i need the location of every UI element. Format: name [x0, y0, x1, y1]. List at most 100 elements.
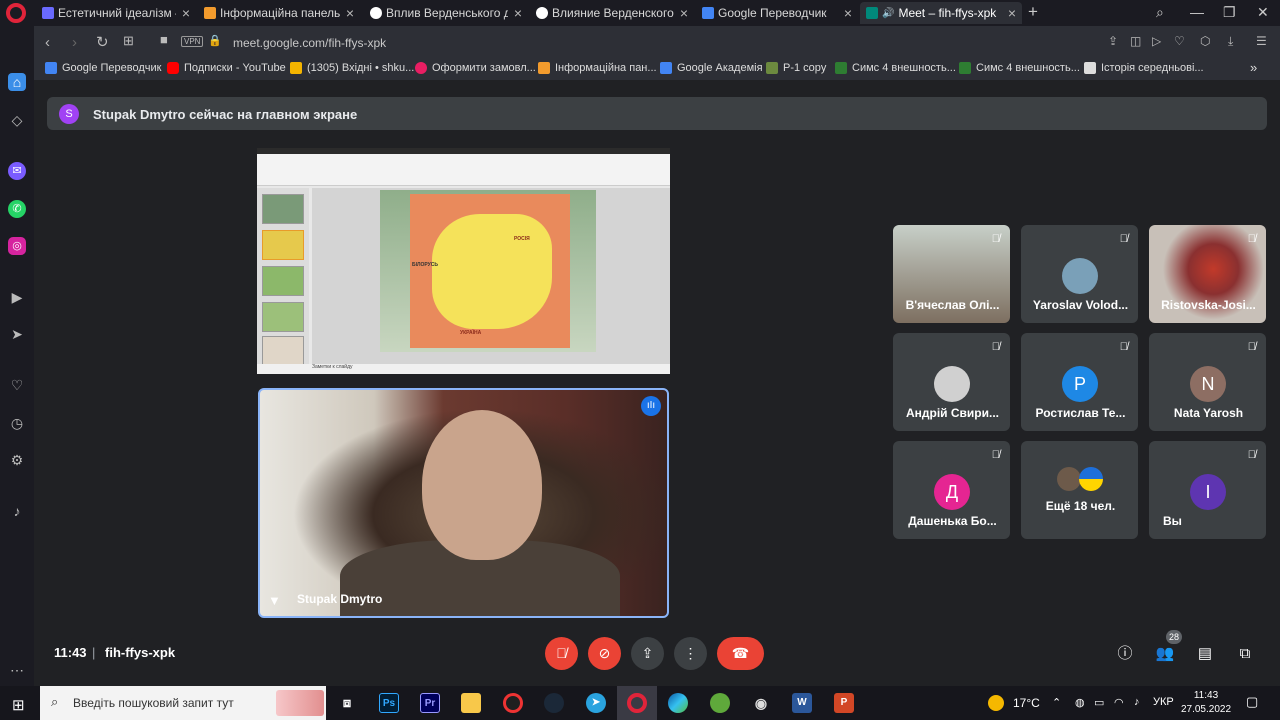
bookmark-item[interactable]: Google Академія [660, 62, 763, 74]
file-explorer-icon[interactable] [461, 693, 481, 713]
task-view-icon[interactable]: ⧈ [337, 693, 357, 713]
bookmarks-overflow-icon[interactable]: » [1250, 60, 1257, 75]
more-sidebar-icon[interactable]: ⋯ [8, 661, 26, 679]
tab-meet-active[interactable]: 🔊 Meet – fih-ffys-xpk × [860, 2, 1022, 24]
tab-5[interactable]: Google Переводчик × [696, 2, 858, 24]
camera-toggle-button[interactable]: ⊘ [588, 637, 621, 670]
vpn-badge[interactable]: VPN [181, 36, 204, 47]
forward-icon[interactable]: › [72, 34, 77, 51]
participant-tile[interactable]: 🎙̸ Д Дашенька Бо... [893, 441, 1010, 539]
bookmarks-heart-icon[interactable]: ♡ [8, 376, 26, 394]
bookmark-item[interactable]: Інформаційна пан... [538, 62, 657, 74]
back-icon[interactable]: ‹ [45, 34, 50, 51]
instagram-icon[interactable]: ◎ [8, 237, 26, 255]
home-icon[interactable]: ⌂ [8, 73, 26, 91]
close-window-icon[interactable]: ✕ [1257, 4, 1269, 21]
reload-icon[interactable]: ↻ [96, 33, 109, 51]
people-button[interactable]: 👥 [1154, 643, 1176, 665]
bookmark-item[interactable]: Google Переводчик [45, 62, 162, 74]
utorrent-icon[interactable] [710, 693, 730, 713]
steam-icon[interactable] [544, 693, 564, 713]
wifi-icon[interactable]: ◠ [1114, 696, 1124, 709]
edge-icon[interactable] [668, 693, 688, 713]
pin-icon[interactable]: ▼ [268, 593, 281, 608]
premiere-icon[interactable]: Pr [420, 693, 440, 713]
participant-tile[interactable]: 🎙̸ В'ячеслав Олі... [893, 225, 1010, 323]
more-participants-tile[interactable]: Ещё 18 чел. [1021, 441, 1138, 539]
new-tab-icon[interactable]: + [1028, 2, 1038, 22]
bookmark-item[interactable]: Оформити замовл... [415, 62, 536, 74]
bookmark-item[interactable]: Симс 4 внешность... [835, 62, 956, 74]
player-sidebar-icon[interactable]: ▶ [8, 288, 26, 306]
active-speaker-tile[interactable]: ıIı ▼ Stupak Dmytro [258, 388, 669, 618]
opera-logo-icon[interactable] [6, 3, 26, 23]
send-to-icon[interactable]: ⇪ [1108, 34, 1118, 48]
bookmark-item[interactable]: Подписки - YouTube [167, 62, 286, 74]
tab-1[interactable]: Естетичний ідеалізм — ти × [36, 2, 196, 24]
mic-toggle-button[interactable]: 🎙̸ [545, 637, 578, 670]
player-icon[interactable]: ▷ [1152, 34, 1161, 48]
camera-indicator-icon[interactable]: ■ [160, 32, 168, 47]
bookmark-item[interactable]: Симс 4 внешность... [959, 62, 1080, 74]
windows-start-icon[interactable]: ⊞ [12, 696, 25, 714]
minimize-icon[interactable]: — [1190, 4, 1204, 20]
tab-close-icon[interactable]: × [346, 5, 354, 21]
notifications-icon[interactable]: ▢ [1246, 694, 1258, 710]
screen-share-tile[interactable]: БІЛОРУСЬ РОСІЯ УКРАЇНА Заметки к слайду [257, 148, 670, 374]
history-icon[interactable]: ◷ [8, 414, 26, 432]
photoshop-icon[interactable]: Ps [379, 693, 399, 713]
snapshot-icon[interactable]: ◫ [1130, 34, 1141, 48]
extensions-icon[interactable]: ⬡ [1200, 34, 1210, 48]
bookmark-item[interactable]: P-1 copy [766, 62, 826, 74]
more-options-button[interactable]: ⋮ [674, 637, 707, 670]
tray-app-icon[interactable]: ◍ [1075, 696, 1085, 709]
powerpoint-icon[interactable]: P [834, 693, 854, 713]
leave-call-button[interactable]: ☎ [717, 637, 764, 670]
language-indicator[interactable]: УКР [1153, 696, 1174, 708]
tray-chevron-icon[interactable]: ⌃ [1052, 696, 1061, 709]
participant-tile[interactable]: 🎙̸ Андрій Свири... [893, 333, 1010, 431]
whatsapp-icon[interactable]: ✆ [8, 200, 26, 218]
volume-icon[interactable]: ♪ [1134, 696, 1140, 708]
bookmark-item[interactable]: (1305) Вхідні • shku... [290, 62, 414, 74]
activities-button[interactable]: ⧉ [1234, 643, 1256, 665]
lock-icon[interactable]: 🔒 [208, 34, 222, 47]
present-now-button[interactable]: ⇪ [631, 637, 664, 670]
taskbar-search-input[interactable]: ⌕ Введіть пошуковий запит тут [40, 686, 326, 720]
tab-close-icon[interactable]: × [514, 5, 522, 21]
download-icon[interactable]: ⤓ [1228, 34, 1233, 49]
participant-tile[interactable]: 🎙̸ Yaroslav Volod... [1021, 225, 1138, 323]
participant-tile[interactable]: 🎙̸ P Ростислав Те... [1021, 333, 1138, 431]
telegram-icon[interactable]: ➤ [586, 693, 606, 713]
tab-4[interactable]: Влияние Верденского до × [530, 2, 694, 24]
restore-icon[interactable]: ❐ [1223, 4, 1236, 21]
heart-icon[interactable]: ♡ [1174, 34, 1185, 48]
tab-3[interactable]: Вплив Верденського дого × [364, 2, 528, 24]
battery-icon[interactable]: ▭ [1094, 696, 1104, 709]
weather-temp[interactable]: 17°C [1013, 696, 1040, 710]
search-tabs-icon[interactable]: ⌕ [1156, 4, 1164, 21]
bookmark-item[interactable]: Історія середньові... [1084, 62, 1204, 74]
opera-taskbar-icon[interactable] [627, 693, 647, 713]
send-sidebar-icon[interactable]: ➤ [8, 325, 26, 343]
taskbar-clock[interactable]: 11:43 27.05.2022 [1180, 689, 1232, 717]
weather-icon[interactable] [988, 695, 1004, 711]
tab-close-icon[interactable]: × [680, 5, 688, 21]
word-icon[interactable]: W [792, 693, 812, 713]
tab-close-icon[interactable]: × [182, 5, 190, 21]
shopping-icon[interactable]: ◇ [8, 111, 26, 129]
recorder-icon[interactable] [503, 693, 523, 713]
meeting-details-button[interactable]: ⓘ [1114, 643, 1136, 665]
url-input[interactable]: meet.google.com/fih-ffys-xpk [233, 36, 386, 50]
chat-button[interactable]: ▤ [1194, 643, 1216, 665]
self-tile[interactable]: 🎙̸ I Вы [1149, 441, 1266, 539]
tips-lightbulb-icon[interactable]: ♪ [8, 502, 26, 520]
tab-grid-icon[interactable]: ⊞ [123, 33, 134, 49]
eye-app-icon[interactable]: ◉ [751, 693, 771, 713]
settings-icon[interactable]: ⚙ [8, 451, 26, 469]
participant-tile[interactable]: 🎙̸ Ristovska-Josi... [1149, 225, 1266, 323]
tab-2[interactable]: Інформаційна панель × [198, 2, 360, 24]
tab-close-icon[interactable]: × [844, 5, 852, 21]
easy-setup-icon[interactable]: ☰ [1256, 34, 1267, 48]
messenger-icon[interactable]: ✉ [8, 162, 26, 180]
